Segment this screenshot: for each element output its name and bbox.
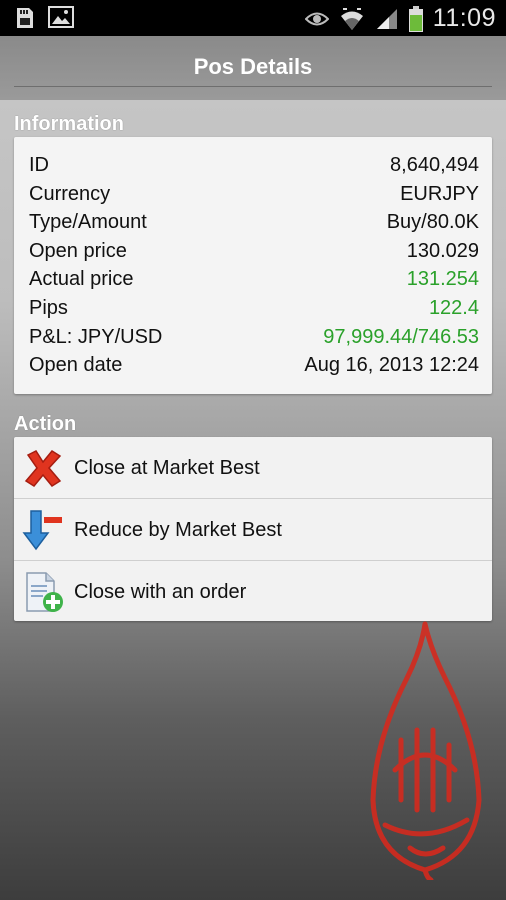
info-value: 130.029: [406, 240, 479, 262]
title-divider: [14, 86, 492, 87]
info-label: Pips: [29, 297, 68, 319]
reduce-arrow-icon: [22, 510, 62, 551]
info-value: 122.4: [428, 297, 479, 319]
signal-icon: [376, 8, 397, 29]
info-value: EURJPY: [400, 183, 479, 205]
eye-icon: [304, 12, 329, 25]
info-value: Aug 16, 2013 12:24: [304, 354, 479, 376]
information-heading: Information: [14, 113, 124, 135]
system-icons: 11:09: [304, 4, 496, 33]
info-label: Actual price: [29, 268, 134, 290]
information-panel: ID 8,640,494 Currency EURJPY Type/Amount…: [14, 137, 492, 394]
clock: 11:09: [432, 4, 496, 32]
info-label: P&L: JPY/USD: [29, 326, 163, 348]
info-row-actual-price: Actual price 131.254: [29, 268, 479, 296]
info-label: ID: [29, 154, 49, 176]
info-row-pnl: P&L: JPY/USD 97,999.44/746.53: [29, 326, 479, 354]
close-with-an-order-button[interactable]: Close with an order: [14, 561, 492, 622]
info-row-id: ID 8,640,494: [29, 154, 479, 182]
info-label: Currency: [29, 183, 111, 205]
close-at-market-best-button[interactable]: Close at Market Best: [14, 437, 492, 498]
action-label: Close at Market Best: [74, 457, 260, 479]
calligraphy-watermark: [370, 621, 482, 880]
info-value: 97,999.44/746.53: [323, 326, 479, 348]
info-value: Buy/80.0K: [386, 211, 479, 233]
info-row-open-date: Open date Aug 16, 2013 12:24: [29, 354, 479, 382]
notification-icons: [14, 6, 74, 30]
info-label: Open date: [29, 354, 123, 376]
page-title: Pos Details: [193, 54, 313, 79]
info-row-currency: Currency EURJPY: [29, 183, 479, 211]
battery-icon: [408, 5, 423, 32]
wifi-icon: [340, 7, 363, 30]
action-label: Reduce by Market Best: [74, 519, 282, 541]
info-row-pips: Pips 122.4: [29, 297, 479, 325]
info-label: Open price: [29, 240, 127, 262]
info-label: Type/Amount: [29, 211, 147, 233]
action-label: Close with an order: [74, 581, 247, 603]
action-heading: Action: [14, 413, 77, 435]
info-row-open-price: Open price 130.029: [29, 240, 479, 268]
gallery-icon: [48, 6, 74, 28]
document-add-icon: [26, 572, 63, 612]
title-bar: Pos Details: [0, 36, 506, 100]
info-value: 131.254: [406, 268, 479, 290]
red-x-icon: [24, 450, 62, 487]
sd-card-icon: [17, 8, 33, 28]
info-value: 8,640,494: [390, 154, 479, 176]
action-panel: Close at Market Best Reduce by Market Be…: [14, 437, 492, 621]
info-row-type-amount: Type/Amount Buy/80.0K: [29, 211, 479, 239]
status-bar: 11:09: [0, 0, 506, 36]
reduce-by-market-best-button[interactable]: Reduce by Market Best: [14, 499, 492, 560]
